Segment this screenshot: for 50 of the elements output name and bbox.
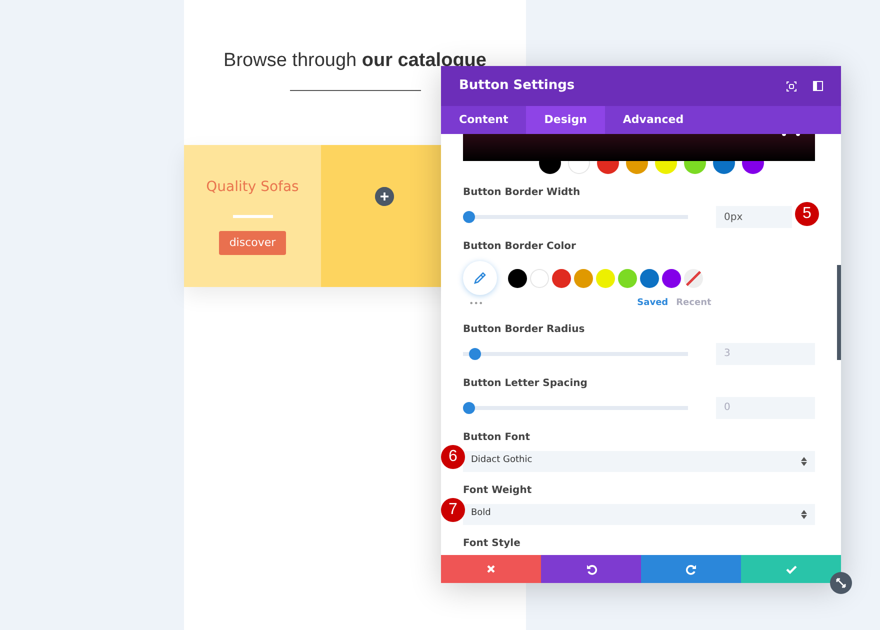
field-label: Button Border Radius <box>463 322 586 336</box>
no-color-swatch[interactable] <box>684 268 703 288</box>
color-gradient[interactable] <box>463 134 815 161</box>
close-icon <box>486 564 496 574</box>
add-icon[interactable] <box>374 186 394 206</box>
number-input[interactable]: 0 <box>716 396 815 418</box>
field-label: Font Style <box>463 536 522 550</box>
slider-thumb[interactable] <box>469 348 482 360</box>
eyedropper-icon <box>473 271 487 285</box>
step-number: 7 <box>441 498 465 522</box>
list-tab[interactable]: Saved <box>633 297 672 310</box>
select-arrows-icon <box>801 456 807 466</box>
modal-title: Button Settings <box>459 77 575 96</box>
tab[interactable]: Design <box>526 106 605 134</box>
resize-icon <box>836 578 846 588</box>
section-heading: Browse through our catalogue <box>222 49 488 73</box>
color-swatch[interactable] <box>530 268 549 288</box>
redo-icon <box>686 564 696 574</box>
card-title: Quality Sofas <box>206 178 299 196</box>
fullscreen-icon[interactable] <box>786 80 797 92</box>
tab[interactable]: Advanced <box>604 106 702 134</box>
field-label: Font Weight <box>463 484 533 498</box>
field-label: Button Border Color <box>463 240 577 254</box>
slider-thumb[interactable] <box>463 402 475 414</box>
field-label: Button Font <box>463 430 531 444</box>
sidebar-icon[interactable] <box>813 81 823 91</box>
color-swatch[interactable] <box>574 268 593 288</box>
number-input[interactable]: 3 <box>716 342 815 364</box>
save-button[interactable] <box>741 555 841 583</box>
color-swatch[interactable] <box>552 268 571 288</box>
step-number: 6 <box>441 444 465 468</box>
color-swatch[interactable] <box>508 268 527 288</box>
select-field[interactable]: Didact Gothic <box>463 450 815 472</box>
tab[interactable]: Content <box>441 106 526 134</box>
select-field[interactable]: Bold <box>463 504 815 524</box>
color-swatch[interactable] <box>618 268 637 288</box>
color-swatch[interactable] <box>662 268 681 288</box>
field-label: Button Letter Spacing <box>463 376 588 390</box>
color-swatch[interactable] <box>596 268 615 288</box>
select-arrows-icon <box>801 510 807 518</box>
step-number: 5 <box>795 202 819 226</box>
slider-thumb[interactable] <box>463 211 475 223</box>
resize-handle[interactable] <box>830 572 852 594</box>
eyedropper-button[interactable] <box>463 261 497 295</box>
scrollbar[interactable] <box>837 265 841 360</box>
color-swatch[interactable] <box>640 268 659 288</box>
number-input[interactable]: 0px <box>716 206 792 228</box>
undo-icon <box>586 564 596 574</box>
field-label: Button Border Width <box>463 186 582 200</box>
check-icon <box>786 564 796 574</box>
